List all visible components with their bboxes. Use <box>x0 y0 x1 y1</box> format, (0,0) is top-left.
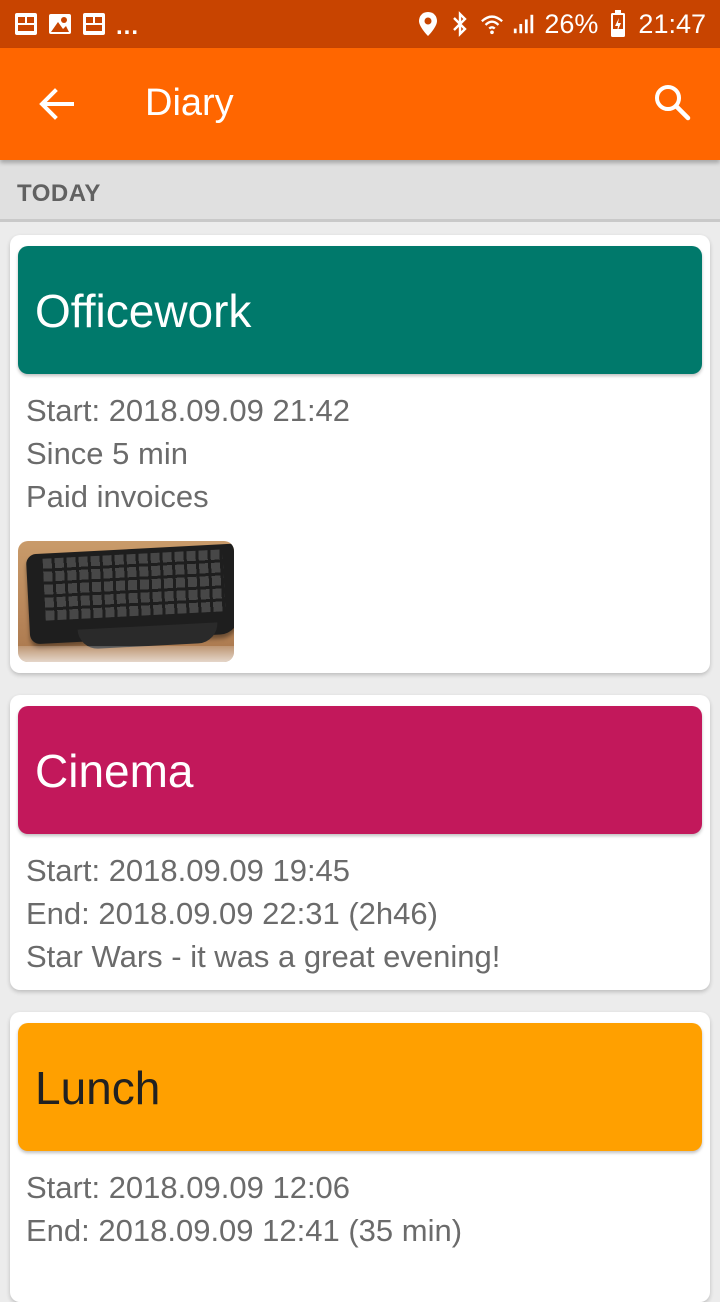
entry-details: Start: 2018.09.09 19:45 End: 2018.09.09 … <box>26 849 500 978</box>
entry-start: Start: 2018.09.09 19:45 <box>26 853 351 888</box>
page-title: Diary <box>145 82 234 124</box>
image-notification-icon <box>48 12 72 36</box>
app-notification-icon <box>82 12 106 36</box>
entry-duration: Since 5 min <box>26 436 188 471</box>
entry-header: Cinema <box>18 706 702 834</box>
entry-header: Lunch <box>18 1023 702 1151</box>
entry-start: Start: 2018.09.09 21:42 <box>26 393 351 428</box>
search-button[interactable] <box>646 78 698 130</box>
app-notification-icon <box>14 12 38 36</box>
clock: 21:47 <box>638 8 706 39</box>
entry-note: Star Wars - it was a great evening! <box>26 939 501 974</box>
diary-entry-card[interactable]: Officework Start: 2018.09.09 21:42 Since… <box>10 235 710 673</box>
wifi-icon <box>480 12 504 36</box>
entry-start: Start: 2018.09.09 12:06 <box>26 1170 351 1205</box>
entry-details: Start: 2018.09.09 12:06 End: 2018.09.09 … <box>26 1166 462 1252</box>
system-status: 26% 21:47 <box>416 9 706 40</box>
diary-entry-card[interactable]: Lunch Start: 2018.09.09 12:06 End: 2018.… <box>10 1012 710 1302</box>
diary-entry-card[interactable]: Cinema Start: 2018.09.09 19:45 End: 2018… <box>10 695 710 990</box>
app-bar: Diary <box>0 48 720 160</box>
entry-title: Cinema <box>35 745 194 797</box>
notification-area: ... <box>14 7 139 41</box>
section-header-today: TODAY <box>0 160 720 222</box>
battery-charging-icon <box>606 10 630 37</box>
status-bar: ... 26% 21:47 <box>0 0 720 48</box>
battery-percentage: 26% <box>544 8 599 39</box>
entry-end: End: 2018.09.09 22:31 (2h46) <box>26 896 438 931</box>
entry-photo-thumbnail[interactable] <box>18 541 234 662</box>
entry-end: End: 2018.09.09 12:41 (35 min) <box>26 1213 463 1248</box>
more-notifications-indicator: ... <box>116 13 140 40</box>
back-button[interactable] <box>30 80 82 132</box>
entry-details: Start: 2018.09.09 21:42 Since 5 min Paid… <box>26 389 350 518</box>
entry-note: Paid invoices <box>26 479 209 514</box>
entry-title: Lunch <box>35 1062 161 1114</box>
arrow-back-icon <box>38 86 74 127</box>
section-label: TODAY <box>17 180 101 207</box>
bluetooth-icon <box>448 11 472 37</box>
entry-header: Officework <box>18 246 702 374</box>
location-icon <box>416 12 440 36</box>
search-icon <box>653 83 691 126</box>
signal-icon <box>512 12 536 36</box>
entry-title: Officework <box>35 285 252 337</box>
